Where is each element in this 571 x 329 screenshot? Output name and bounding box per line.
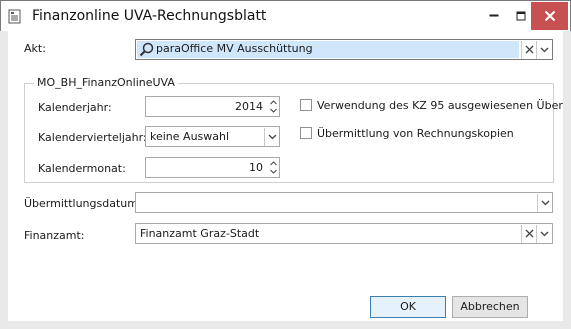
window-border-left (0, 31, 8, 329)
kalenderjahr-field[interactable]: 2014 (145, 96, 280, 117)
cancel-button[interactable]: Abbrechen (452, 296, 528, 318)
akt-label: Akt: (24, 42, 46, 55)
maximize-icon (516, 11, 525, 21)
kalenderjahr-value: 2014 (235, 100, 263, 113)
kalendervierteljahr-dropdown-button[interactable] (264, 128, 279, 146)
finanzamt-clear-button[interactable] (521, 225, 536, 243)
kalendermonat-label: Kalendermonat: (38, 162, 126, 175)
minimize-icon (489, 14, 498, 17)
minimize-button[interactable] (480, 2, 507, 30)
spin-up-icon[interactable] (270, 100, 277, 105)
kalendermonat-value: 10 (249, 161, 263, 174)
close-button[interactable] (531, 2, 568, 30)
close-icon (544, 10, 555, 22)
chevron-down-icon (541, 200, 550, 206)
search-icon[interactable] (139, 42, 154, 57)
akt-field[interactable]: paraOffice MV Ausschüttung (135, 39, 553, 60)
document-icon (8, 9, 21, 24)
uebermittlungsdatum-field[interactable] (135, 192, 553, 213)
kalenderjahr-label: Kalenderjahr: (38, 101, 112, 114)
window-title: Finanzonline UVA-Rechnungsblatt (32, 8, 267, 24)
kz95-checkbox[interactable] (300, 99, 312, 111)
chevron-down-icon (540, 231, 549, 237)
title-bar[interactable]: Finanzonline UVA-Rechnungsblatt (1, 1, 570, 32)
akt-value: paraOffice MV Ausschüttung (156, 42, 313, 55)
group-title: MO_BH_FinanzOnlineUVA (34, 76, 178, 89)
rechnungskopien-checkbox[interactable] (300, 127, 312, 139)
kalendervierteljahr-select[interactable]: keine Auswahl (145, 126, 280, 147)
spin-up-icon[interactable] (270, 161, 277, 166)
finanzamt-label: Finanzamt: (24, 229, 85, 242)
finanzamt-dropdown-button[interactable] (536, 225, 551, 243)
uebermittlungsdatum-dropdown-button[interactable] (537, 194, 552, 212)
kalendervierteljahr-value: keine Auswahl (150, 130, 230, 143)
kalenderjahr-spinner[interactable] (268, 97, 279, 115)
kalendermonat-spinner[interactable] (268, 158, 279, 176)
finanzamt-field[interactable]: Finanzamt Graz-Stadt (135, 223, 553, 244)
rechnungskopien-label: Übermittlung von Rechnungskopien (317, 127, 514, 140)
akt-dropdown-button[interactable] (536, 41, 551, 59)
spin-down-icon[interactable] (270, 108, 277, 113)
spin-down-icon[interactable] (270, 169, 277, 174)
ok-button[interactable]: OK (370, 296, 446, 318)
kz95-label: Verwendung des KZ 95 ausgewiesenen Über (317, 99, 563, 112)
window-border-bottom (0, 321, 571, 329)
akt-clear-button[interactable] (521, 41, 536, 59)
clear-icon (525, 45, 534, 54)
uebermittlungsdatum-label: Übermittlungsdatum: (24, 197, 142, 210)
kalendermonat-field[interactable]: 10 (145, 157, 280, 178)
kalendervierteljahr-label: Kalendervierteljahr: (38, 131, 147, 144)
window-border-right (563, 31, 571, 329)
chevron-down-icon (268, 134, 277, 140)
chevron-down-icon (540, 47, 549, 53)
maximize-button[interactable] (507, 2, 534, 30)
finanzamt-value: Finanzamt Graz-Stadt (140, 227, 260, 240)
clear-icon (525, 229, 534, 238)
